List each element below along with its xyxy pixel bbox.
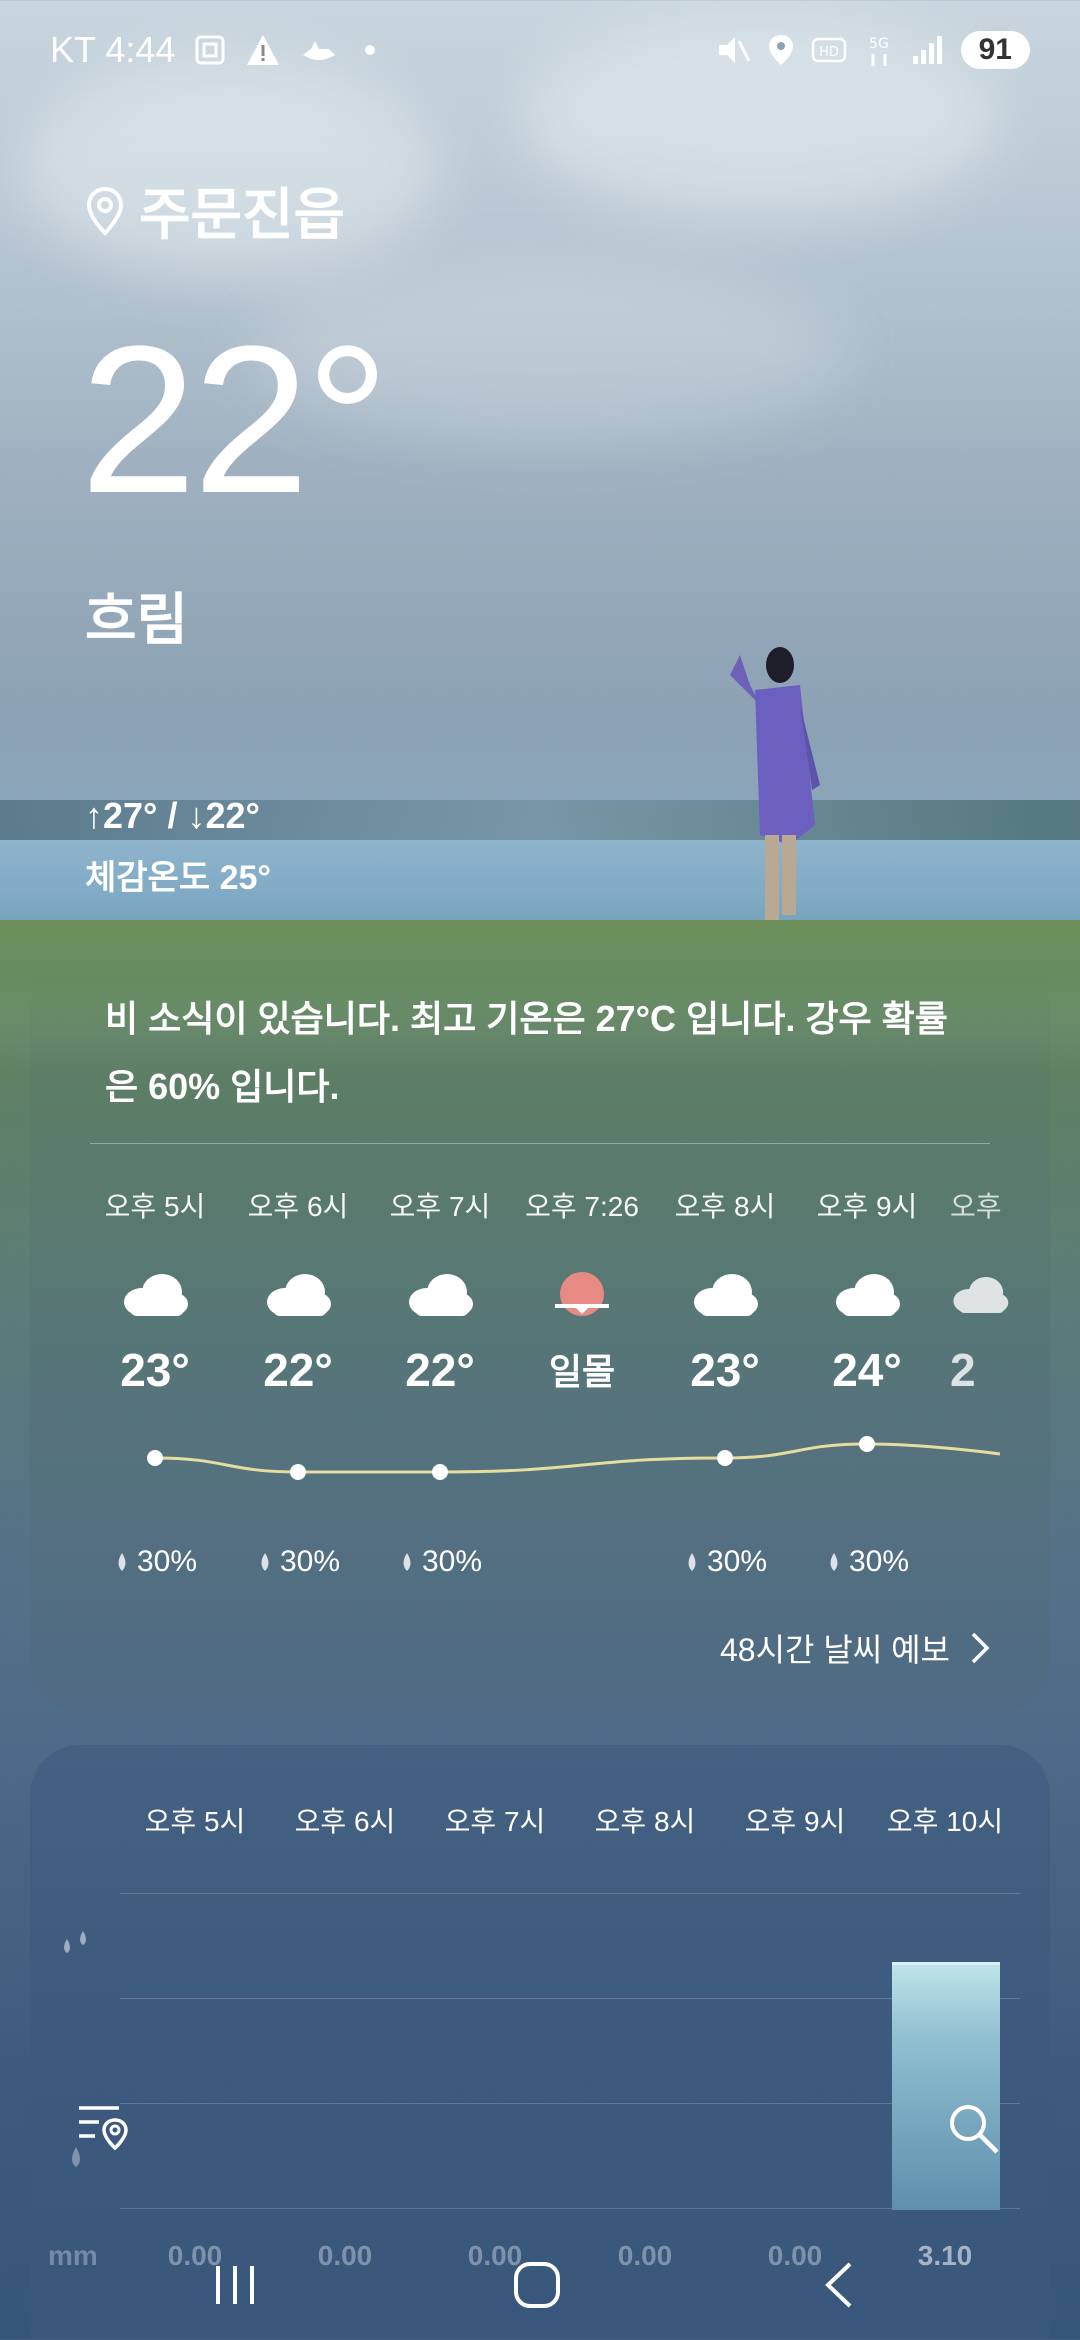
pin-icon xyxy=(86,186,124,236)
hourly-precip: 30% xyxy=(370,1545,510,1579)
grid-line xyxy=(120,1893,1020,1894)
hourly-item: 오후 2 xyxy=(950,1185,1010,1397)
svg-text:HD: HD xyxy=(819,45,839,60)
carrier-time: KT 4:44 xyxy=(50,29,176,70)
battery-level: 91 xyxy=(960,31,1030,69)
precip-bar-10pm xyxy=(892,1962,1000,2210)
temperature-point xyxy=(147,1450,163,1466)
hourly-time: 오후 5시 xyxy=(104,1191,206,1222)
precip-time: 오후 8시 xyxy=(594,1806,696,1837)
hourly-precip: 30% xyxy=(797,1545,937,1579)
precip-time: 오후 7시 xyxy=(444,1806,546,1837)
signal-icon xyxy=(912,36,942,64)
temperature-point xyxy=(432,1464,448,1480)
svg-text:5G: 5G xyxy=(869,36,889,52)
hourly-temp: 22° xyxy=(263,1344,333,1396)
divider xyxy=(90,1143,990,1144)
hourly-item: 오후 5시 23° xyxy=(85,1185,225,1397)
back-icon[interactable] xyxy=(820,2260,860,2310)
location-header[interactable]: 주문진읍 xyxy=(85,170,345,251)
5g-icon: 5G xyxy=(869,36,889,66)
chevron-right-icon xyxy=(971,1632,990,1664)
screenshot-icon xyxy=(195,35,225,65)
temperature-point xyxy=(717,1450,733,1466)
search-icon[interactable] xyxy=(945,2100,1001,2156)
temperature-point xyxy=(290,1464,306,1480)
warning-icon xyxy=(247,35,280,65)
grid-line xyxy=(120,2103,1020,2104)
hourly-time: 오후 7:26 xyxy=(525,1191,639,1222)
precip-time: 오후 5시 xyxy=(144,1806,246,1837)
location-icon xyxy=(768,35,793,65)
boat-icon xyxy=(303,41,336,60)
sunset-icon xyxy=(512,1265,652,1325)
raindrop-icon xyxy=(403,1553,411,1571)
hd-icon: HD xyxy=(811,37,846,63)
hourly-precip: 30% xyxy=(85,1545,225,1579)
weather-condition: 흐림 xyxy=(85,588,189,651)
woman-figure-illustration xyxy=(730,647,820,920)
48h-forecast-label: 48시간 날씨 예보 xyxy=(719,1632,950,1668)
raindrop-icon xyxy=(261,1553,269,1571)
hourly-item: 오후 8시 23° xyxy=(655,1185,795,1397)
hourly-precip-value: 30% xyxy=(848,1545,910,1578)
cloud-icon xyxy=(655,1265,795,1325)
hourly-temp: 2 xyxy=(950,1344,976,1396)
hourly-precip-value: 30% xyxy=(421,1545,483,1578)
high-low-temperature: ↑27° / ↓22° xyxy=(85,795,260,836)
hourly-precip: 30% xyxy=(228,1545,368,1579)
hourly-precip-value: 30% xyxy=(279,1545,341,1578)
hourly-temp: 23° xyxy=(120,1344,190,1396)
current-temperature: 22° xyxy=(80,302,390,537)
hourly-time: 오후 xyxy=(950,1191,1002,1222)
hourly-temp: 23° xyxy=(690,1344,760,1396)
grid-line xyxy=(120,1998,1020,1999)
precip-time: 오후 10시 xyxy=(886,1806,1004,1837)
raindrop-icon xyxy=(118,1553,126,1571)
feels-like-temperature: 체감온도 25° xyxy=(85,859,271,897)
precip-time: 오후 9시 xyxy=(744,1806,846,1837)
location-list-icon[interactable] xyxy=(75,2100,135,2156)
grid-line xyxy=(120,2208,1020,2209)
cloud-icon xyxy=(370,1265,510,1325)
hourly-temp: 22° xyxy=(405,1344,475,1396)
cloud-icon xyxy=(950,1265,1010,1325)
hourly-item: 오후 9시 24° xyxy=(797,1185,937,1397)
hourly-precip-value: 30% xyxy=(706,1545,768,1578)
hourly-temp: 24° xyxy=(832,1344,902,1396)
mute-icon xyxy=(718,37,750,63)
recent-apps-icon[interactable] xyxy=(210,2260,260,2310)
cloud-icon xyxy=(797,1265,937,1325)
temperature-point xyxy=(859,1436,875,1452)
hourly-item: 오후 7:26 일몰 xyxy=(512,1185,652,1395)
home-icon[interactable] xyxy=(512,2260,562,2310)
cloud-icon xyxy=(85,1265,225,1325)
cloud-icon xyxy=(228,1265,368,1325)
location-name: 주문진읍 xyxy=(139,183,346,246)
hourly-time: 오후 6시 xyxy=(247,1191,349,1222)
hourly-item: 오후 7시 22° xyxy=(370,1185,510,1397)
temperature-curve xyxy=(147,1436,1001,1480)
hourly-time: 오후 7시 xyxy=(389,1191,491,1222)
hourly-temp: 일몰 xyxy=(548,1351,616,1392)
dot-icon xyxy=(365,45,376,55)
hourly-time: 오후 8시 xyxy=(674,1191,776,1222)
hourly-time: 오후 9시 xyxy=(816,1191,918,1222)
navigation-bar xyxy=(0,2230,1080,2340)
48h-forecast-link[interactable]: 48시간 날씨 예보 xyxy=(720,1625,990,1671)
hourly-precip-value: 30% xyxy=(136,1545,198,1578)
heavy-rain-icon xyxy=(64,1931,86,1953)
precip-time: 오후 6시 xyxy=(294,1806,396,1837)
raindrop-icon xyxy=(688,1553,696,1571)
hourly-precip: 30% xyxy=(655,1545,795,1579)
status-bar: KT 4:44 HD 5G 91 xyxy=(0,0,1080,100)
raindrop-icon xyxy=(830,1553,838,1571)
weather-summary: 비 소식이 있습니다. 최고 기온은 27°C 입니다. 강우 확률은 60% … xyxy=(105,998,948,1107)
hourly-item: 오후 6시 22° xyxy=(228,1185,368,1397)
